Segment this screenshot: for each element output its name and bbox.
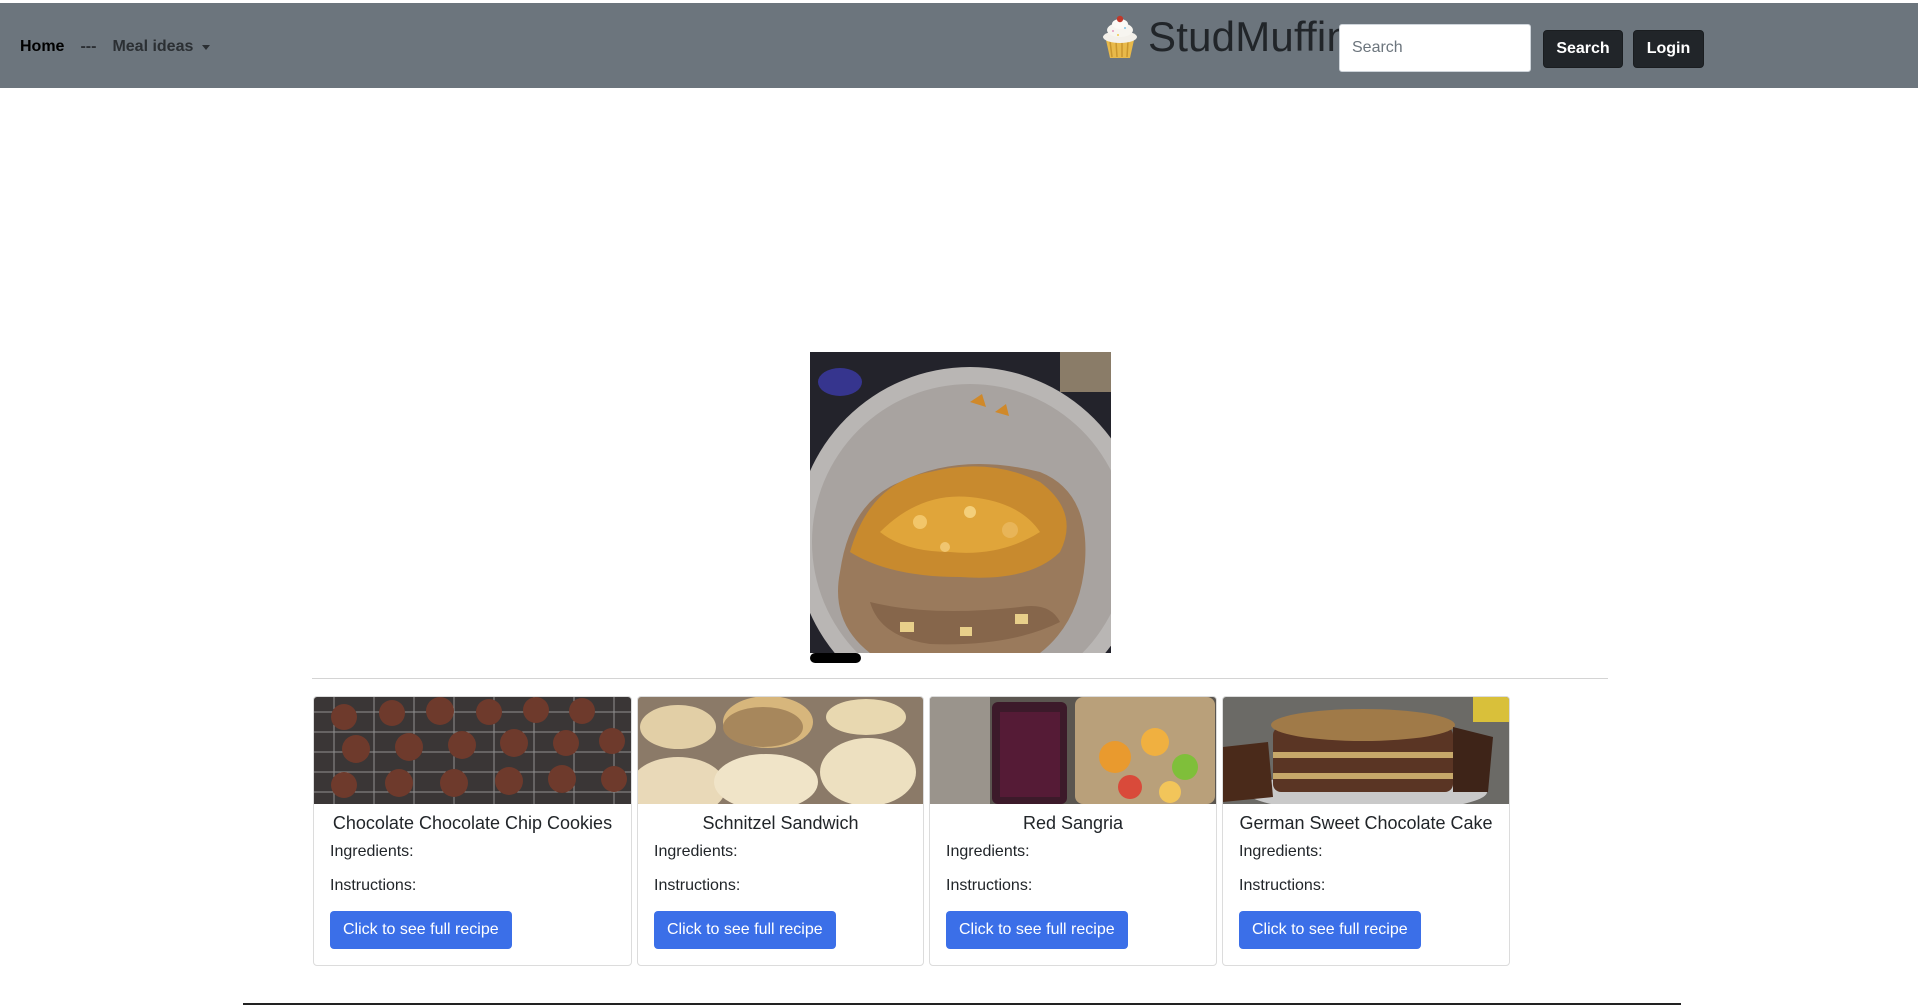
recipe-image bbox=[1223, 697, 1509, 804]
login-button[interactable]: Login bbox=[1633, 30, 1704, 68]
chevron-down-icon bbox=[202, 45, 211, 50]
recipe-image bbox=[638, 697, 923, 804]
brand-logo[interactable]: StudMuffin bbox=[1098, 13, 1350, 61]
cupcake-icon bbox=[1098, 14, 1142, 60]
section-divider bbox=[312, 678, 1608, 679]
carousel-slide-image[interactable] bbox=[810, 352, 1111, 653]
instructions-label: Instructions: bbox=[654, 877, 741, 894]
brand-name: StudMuffin bbox=[1148, 13, 1351, 60]
recipe-title: Chocolate Chocolate Chip Cookies bbox=[332, 813, 613, 833]
recipe-card: Chocolate Chocolate Chip Cookies Ingredi… bbox=[313, 696, 632, 966]
full-recipe-button[interactable]: Click to see full recipe bbox=[330, 911, 512, 949]
instructions-label: Instructions: bbox=[946, 877, 1033, 894]
recipe-title: German Sweet Chocolate Cake bbox=[1239, 813, 1493, 833]
nav-home-link[interactable]: Home bbox=[20, 38, 64, 56]
meal-ideas-dropdown[interactable]: Meal ideas bbox=[112, 38, 211, 56]
full-recipe-button[interactable]: Click to see full recipe bbox=[1239, 911, 1421, 949]
nav-separator: --- bbox=[80, 38, 97, 55]
ingredients-label: Ingredients: bbox=[946, 843, 1030, 860]
recipe-card: German Sweet Chocolate Cake Ingredients:… bbox=[1222, 696, 1510, 966]
search-button[interactable]: Search bbox=[1543, 30, 1623, 68]
recipe-image bbox=[930, 697, 1216, 804]
recipe-image bbox=[314, 697, 631, 804]
ingredients-label: Ingredients: bbox=[654, 843, 738, 860]
recipe-card: Red Sangria Ingredients: Instructions: C… bbox=[929, 696, 1217, 966]
recipe-title: Schnitzel Sandwich bbox=[702, 813, 859, 833]
instructions-label: Instructions: bbox=[330, 877, 417, 894]
full-recipe-button[interactable]: Click to see full recipe bbox=[946, 911, 1128, 949]
carousel-indicator[interactable] bbox=[810, 653, 861, 663]
ingredients-label: Ingredients: bbox=[330, 843, 414, 860]
recipe-title: Red Sangria bbox=[1022, 813, 1124, 833]
search-input[interactable] bbox=[1339, 24, 1531, 72]
full-recipe-button[interactable]: Click to see full recipe bbox=[654, 911, 836, 949]
recipe-card: Schnitzel Sandwich Ingredients: Instruct… bbox=[637, 696, 924, 966]
top-navbar: Home --- Meal ideas StudMuffin Search Lo… bbox=[0, 0, 1918, 88]
instructions-label: Instructions: bbox=[1239, 877, 1326, 894]
nav-links: Home --- Meal ideas bbox=[20, 38, 211, 56]
ingredients-label: Ingredients: bbox=[1239, 843, 1323, 860]
meal-ideas-label: Meal ideas bbox=[112, 38, 194, 55]
footer-rule bbox=[243, 1003, 1681, 1005]
